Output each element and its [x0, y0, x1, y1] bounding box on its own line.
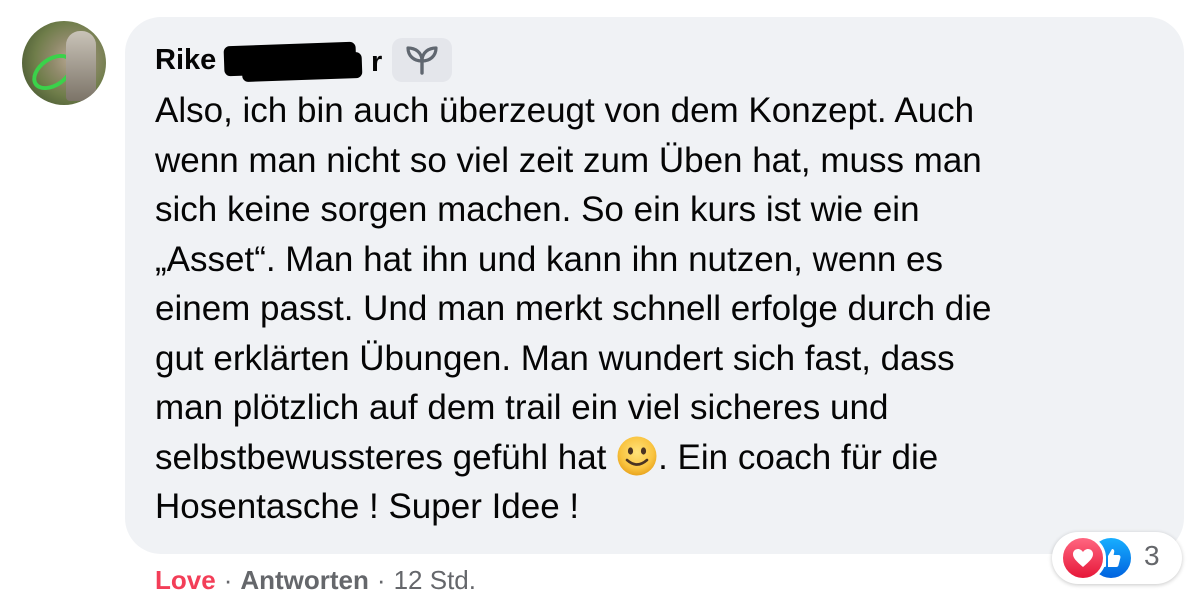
- new-member-badge[interactable]: [392, 38, 453, 82]
- separator-dot: ·: [376, 564, 386, 595]
- author-name-tail: r: [370, 46, 383, 78]
- reply-button[interactable]: Antworten: [240, 565, 369, 596]
- comment-body: Also, ich bin auch überzeugt von dem Kon…: [155, 86, 1160, 532]
- avatar-person-shape: [66, 31, 96, 101]
- slightly-smiling-face-icon: [617, 436, 657, 475]
- sprout-icon: [406, 46, 438, 75]
- comment-actions: Love · Antworten · 12 Std.: [155, 560, 476, 600]
- reaction-summary[interactable]: 3: [1052, 532, 1182, 584]
- avatar[interactable]: [22, 21, 106, 105]
- comment-header: Rike r: [155, 38, 453, 83]
- love-reaction-button[interactable]: Love: [155, 565, 216, 596]
- separator-dot: ·: [223, 564, 233, 595]
- comment-thread: Rike r Also, ich bin auch überzeugt von …: [0, 0, 1190, 602]
- timestamp[interactable]: 12 Std.: [394, 565, 476, 596]
- heart-icon: [1060, 535, 1106, 581]
- comment-text-main: Also, ich bin auch überzeugt von dem Kon…: [155, 91, 992, 477]
- redacted-name: r: [223, 40, 384, 83]
- author-name[interactable]: Rike: [155, 44, 216, 77]
- reaction-count: 3: [1144, 540, 1160, 571]
